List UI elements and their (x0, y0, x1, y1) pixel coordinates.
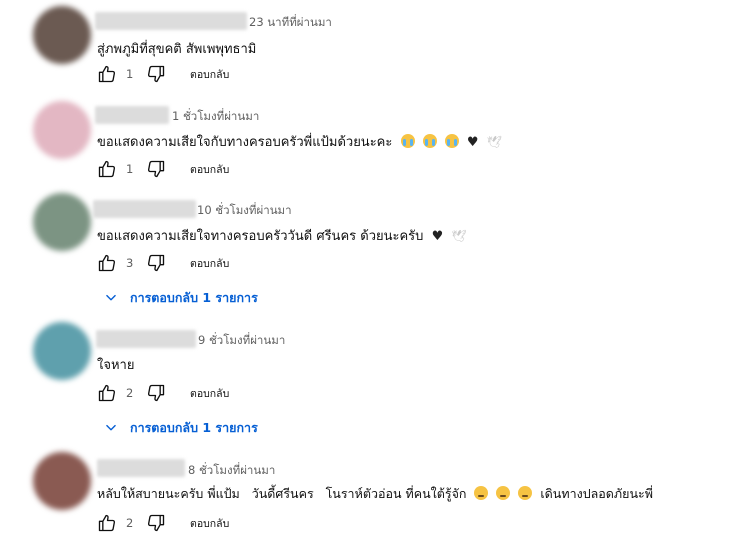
comment-text-body: หลับให้สบายนะครับ พี่แป้ม วันดี้ศรีนคร โ… (97, 486, 467, 501)
avatar[interactable] (33, 452, 91, 510)
dislike-button[interactable] (146, 64, 166, 84)
comment-text: สู่ภพภูมิที่สุขคติ สัพเพพุทธามิ (97, 42, 257, 57)
black-heart-icon: ♥ (466, 135, 479, 150)
like-button[interactable]: 2 (97, 513, 138, 533)
like-count: 2 (126, 516, 134, 530)
thumb-up-icon (98, 65, 116, 83)
comment-text-body-end: เดินทางปลอดภัยนะพี่ (540, 486, 653, 501)
thumb-down-icon (147, 254, 165, 272)
like-button[interactable]: 1 (97, 64, 138, 84)
comment-text: หลับให้สบายนะครับ พี่แป้ม วันดี้ศรีนคร โ… (97, 484, 653, 504)
comment-text-body: ขอแสดงความเสียใจทางครอบครัววันดี ศรีนคร … (97, 229, 424, 244)
comment-text: ใจหาย (97, 358, 135, 373)
dislike-button[interactable] (146, 159, 166, 179)
like-button[interactable]: 3 (97, 253, 138, 273)
sad-face-icon (496, 486, 511, 500)
like-count: 2 (126, 386, 134, 400)
thumb-up-icon (98, 514, 116, 532)
author-name-blurred[interactable] (95, 106, 169, 124)
like-button[interactable]: 1 (97, 159, 138, 179)
thumb-down-icon (147, 160, 165, 178)
chevron-down-icon (104, 421, 118, 435)
author-name-blurred[interactable] (96, 330, 196, 348)
like-count: 1 (126, 67, 134, 81)
loudly-crying-face-icon (422, 134, 437, 148)
view-replies-label: การตอบกลับ 1 รายการ (130, 290, 258, 305)
comment-actions: 2 ตอบกลับ (97, 382, 229, 404)
dislike-button[interactable] (146, 513, 166, 533)
loudly-crying-face-icon (400, 134, 415, 148)
comment-timestamp[interactable]: 9 ชั่วโมงที่ผ่านมา (198, 332, 285, 350)
comment-text-body: ขอแสดงความเสียใจกับทางครอบครัวพี่แป้มด้ว… (97, 135, 393, 150)
loudly-crying-face-icon (444, 134, 459, 148)
avatar[interactable] (33, 322, 91, 380)
like-button[interactable]: 2 (97, 383, 138, 403)
dove-icon: 🕊 (486, 135, 502, 149)
thumb-down-icon (147, 514, 165, 532)
comment-timestamp[interactable]: 23 นาทีที่ผ่านมา (249, 14, 332, 32)
comment-text: ขอแสดงความเสียใจกับทางครอบครัวพี่แป้มด้ว… (97, 131, 502, 152)
thumb-up-icon (98, 384, 116, 402)
comment-timestamp[interactable]: 1 ชั่วโมงที่ผ่านมา (172, 108, 259, 126)
avatar[interactable] (33, 101, 91, 159)
like-count: 1 (126, 162, 134, 176)
dislike-button[interactable] (146, 383, 166, 403)
thumb-down-icon (147, 65, 165, 83)
comment-timestamp[interactable]: 8 ชั่วโมงที่ผ่านมา (188, 462, 275, 480)
sad-face-icon (474, 486, 489, 500)
dislike-button[interactable] (146, 253, 166, 273)
sad-face-icon (518, 486, 533, 500)
thumb-down-icon (147, 384, 165, 402)
reply-button[interactable]: ตอบกลับ (190, 255, 229, 272)
view-replies-label: การตอบกลับ 1 รายการ (130, 420, 258, 435)
avatar[interactable] (33, 6, 91, 64)
reply-button[interactable]: ตอบกลับ (190, 385, 229, 402)
like-count: 3 (126, 256, 134, 270)
comment-timestamp[interactable]: 10 ชั่วโมงที่ผ่านมา (197, 202, 292, 220)
view-replies-button[interactable]: การตอบกลับ 1 รายการ (104, 418, 258, 438)
thumb-up-icon (98, 160, 116, 178)
avatar[interactable] (33, 193, 91, 251)
comment-actions: 2 ตอบกลับ (97, 512, 229, 534)
reply-button[interactable]: ตอบกลับ (190, 515, 229, 532)
author-name-blurred[interactable] (95, 12, 247, 30)
view-replies-button[interactable]: การตอบกลับ 1 รายการ (104, 288, 258, 308)
comment-actions: 1 ตอบกลับ (97, 158, 229, 180)
dove-icon: 🕊 (451, 229, 467, 243)
author-name-blurred[interactable] (97, 459, 185, 477)
comment-actions: 3 ตอบกลับ (97, 252, 229, 274)
reply-button[interactable]: ตอบกลับ (190, 161, 229, 178)
black-heart-icon: ♥ (431, 229, 444, 244)
comment-actions: 1 ตอบกลับ (97, 63, 229, 85)
reply-button[interactable]: ตอบกลับ (190, 66, 229, 83)
author-name-blurred[interactable] (93, 200, 196, 218)
chevron-down-icon (104, 291, 118, 305)
thumb-up-icon (98, 254, 116, 272)
comment-text: ขอแสดงความเสียใจทางครอบครัววันดี ศรีนคร … (97, 225, 467, 246)
